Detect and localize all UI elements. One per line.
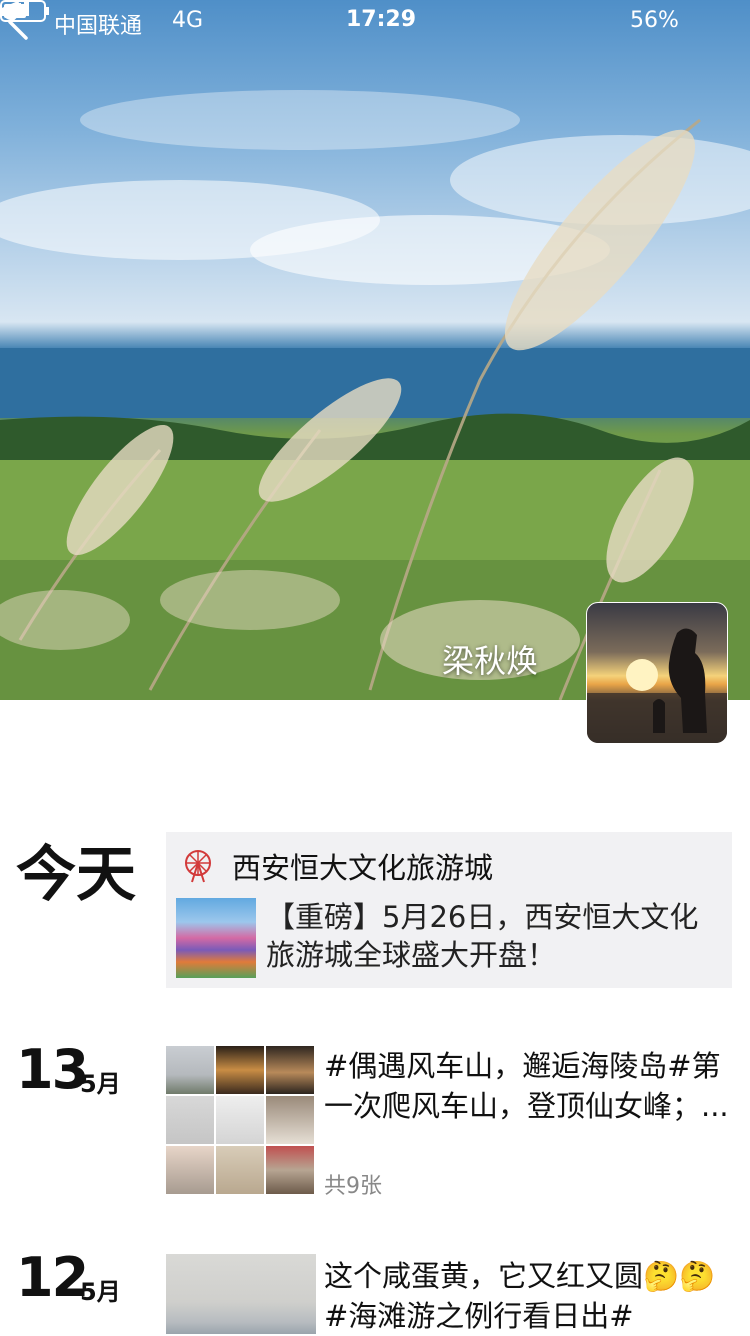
photo-thumb <box>166 1146 214 1194</box>
photo-grid[interactable] <box>166 1046 316 1196</box>
photo-count: 共9张 <box>324 1174 382 1199</box>
back-icon[interactable] <box>0 0 40 44</box>
photo-thumb <box>216 1146 264 1194</box>
photo-thumb <box>166 1096 214 1144</box>
ferris-wheel-icon <box>185 850 211 883</box>
shared-link-card[interactable]: 西安恒大文化旅游城 【重磅】5月26日，西安恒大文化旅游城全球盛大开盘！ <box>166 832 732 988</box>
photo-thumb <box>266 1096 314 1144</box>
day-label-today: 今天 <box>16 840 136 910</box>
avatar[interactable] <box>586 602 728 744</box>
photo-thumb <box>266 1146 314 1194</box>
photo-thumb <box>216 1096 264 1144</box>
photo-thumb[interactable] <box>166 1254 316 1334</box>
photo-thumb <box>266 1046 314 1094</box>
carrier-label: 中国联通 <box>54 14 143 39</box>
day-month: 5月 <box>80 1070 121 1098</box>
day-number: 12 <box>16 1246 89 1309</box>
share-description: 【重磅】5月26日，西安恒大文化旅游城全球盛大开盘！ <box>266 900 699 972</box>
share-source-title: 西安恒大文化旅游城 <box>232 851 494 885</box>
status-bar: 中国联通 4G 17:29 56% <box>0 0 750 40</box>
clock: 17:29 <box>346 7 417 32</box>
profile-name: 梁秋焕 <box>441 642 538 680</box>
cover-photo[interactable]: 中国联通 4G 17:29 56% 梁秋焕 <box>0 0 750 700</box>
post-text[interactable]: 这个咸蛋黄，它又红又圆🤔🤔#海滩游之例行看日出# <box>324 1256 734 1336</box>
network-label: 4G <box>172 8 204 33</box>
day-month: 5月 <box>80 1278 121 1306</box>
photo-thumb <box>166 1046 214 1094</box>
photo-thumb <box>216 1046 264 1094</box>
share-thumbnail <box>176 898 256 978</box>
day-number: 13 <box>16 1038 89 1101</box>
post-text[interactable]: #偶遇风车山，邂逅海陵岛#第一次爬风车山，登顶仙女峰；... <box>324 1046 734 1126</box>
battery-percent: 56% <box>630 8 679 33</box>
